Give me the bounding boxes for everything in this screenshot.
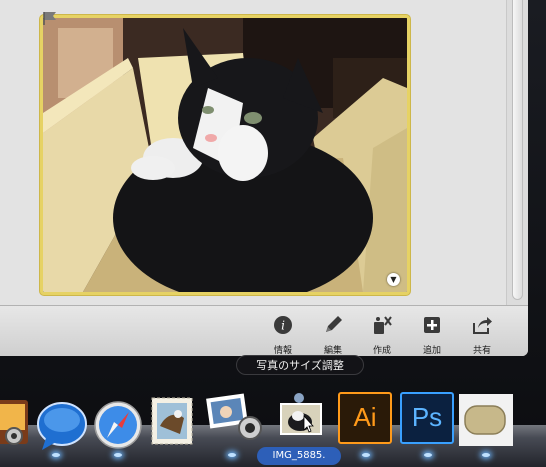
illustrator-label: Ai: [353, 402, 377, 432]
add-button[interactable]: 追加: [412, 314, 452, 356]
illustrator-icon[interactable]: Ai: [338, 392, 392, 444]
photo-options-button[interactable]: ▼: [387, 273, 400, 286]
running-indicator: [424, 453, 432, 457]
bottom-toolbar: i 情報 編集 作成 追加 共有: [0, 305, 528, 356]
running-indicator: [362, 453, 370, 457]
info-icon: i: [274, 316, 292, 334]
running-indicator: [114, 453, 122, 457]
dragged-photo-icon[interactable]: [278, 390, 324, 438]
create-icon: [374, 316, 392, 334]
running-indicator: [482, 453, 490, 457]
scrollbar-thumb[interactable]: [512, 0, 523, 300]
create-button[interactable]: 作成: [362, 314, 402, 356]
create-label: 作成: [372, 346, 391, 356]
edit-button[interactable]: 編集: [313, 314, 353, 356]
share-icon: [473, 317, 492, 334]
selected-photo[interactable]: [40, 15, 410, 295]
photoshop-icon[interactable]: Ps: [400, 392, 454, 444]
svg-text:i: i: [281, 319, 285, 333]
running-indicator: [52, 453, 60, 457]
pencil-icon: [326, 316, 342, 332]
share-button[interactable]: 共有: [462, 314, 502, 356]
stickies-icon[interactable]: [459, 394, 513, 446]
photo-viewer[interactable]: ▼: [0, 0, 506, 305]
vertical-scrollbar[interactable]: [506, 0, 528, 305]
dock-tooltip: 写真のサイズ調整: [236, 355, 364, 375]
screen: ▼ i 情報 編集 作成 追加 共有 写真のサイズ調整 Ai Ps IMG_58…: [0, 0, 546, 467]
mail-stamp-icon[interactable]: [150, 396, 194, 446]
iphoto-window: ▼ i 情報 編集 作成 追加 共有: [0, 0, 528, 356]
add-label: 追加: [422, 346, 441, 356]
messages-icon[interactable]: [36, 400, 88, 452]
add-icon: [424, 317, 440, 333]
info-button[interactable]: i 情報: [263, 314, 303, 356]
safari-icon[interactable]: [93, 400, 143, 450]
flag-icon[interactable]: [42, 10, 60, 26]
cat-in-box-photo: [43, 18, 407, 292]
dragged-file-label: IMG_5885.: [257, 447, 341, 465]
iphoto-icon[interactable]: [204, 390, 266, 442]
running-indicator: [228, 453, 236, 457]
photoshop-label: Ps: [411, 402, 443, 432]
photo-booth-icon[interactable]: [0, 396, 32, 448]
share-label: 共有: [472, 346, 491, 356]
